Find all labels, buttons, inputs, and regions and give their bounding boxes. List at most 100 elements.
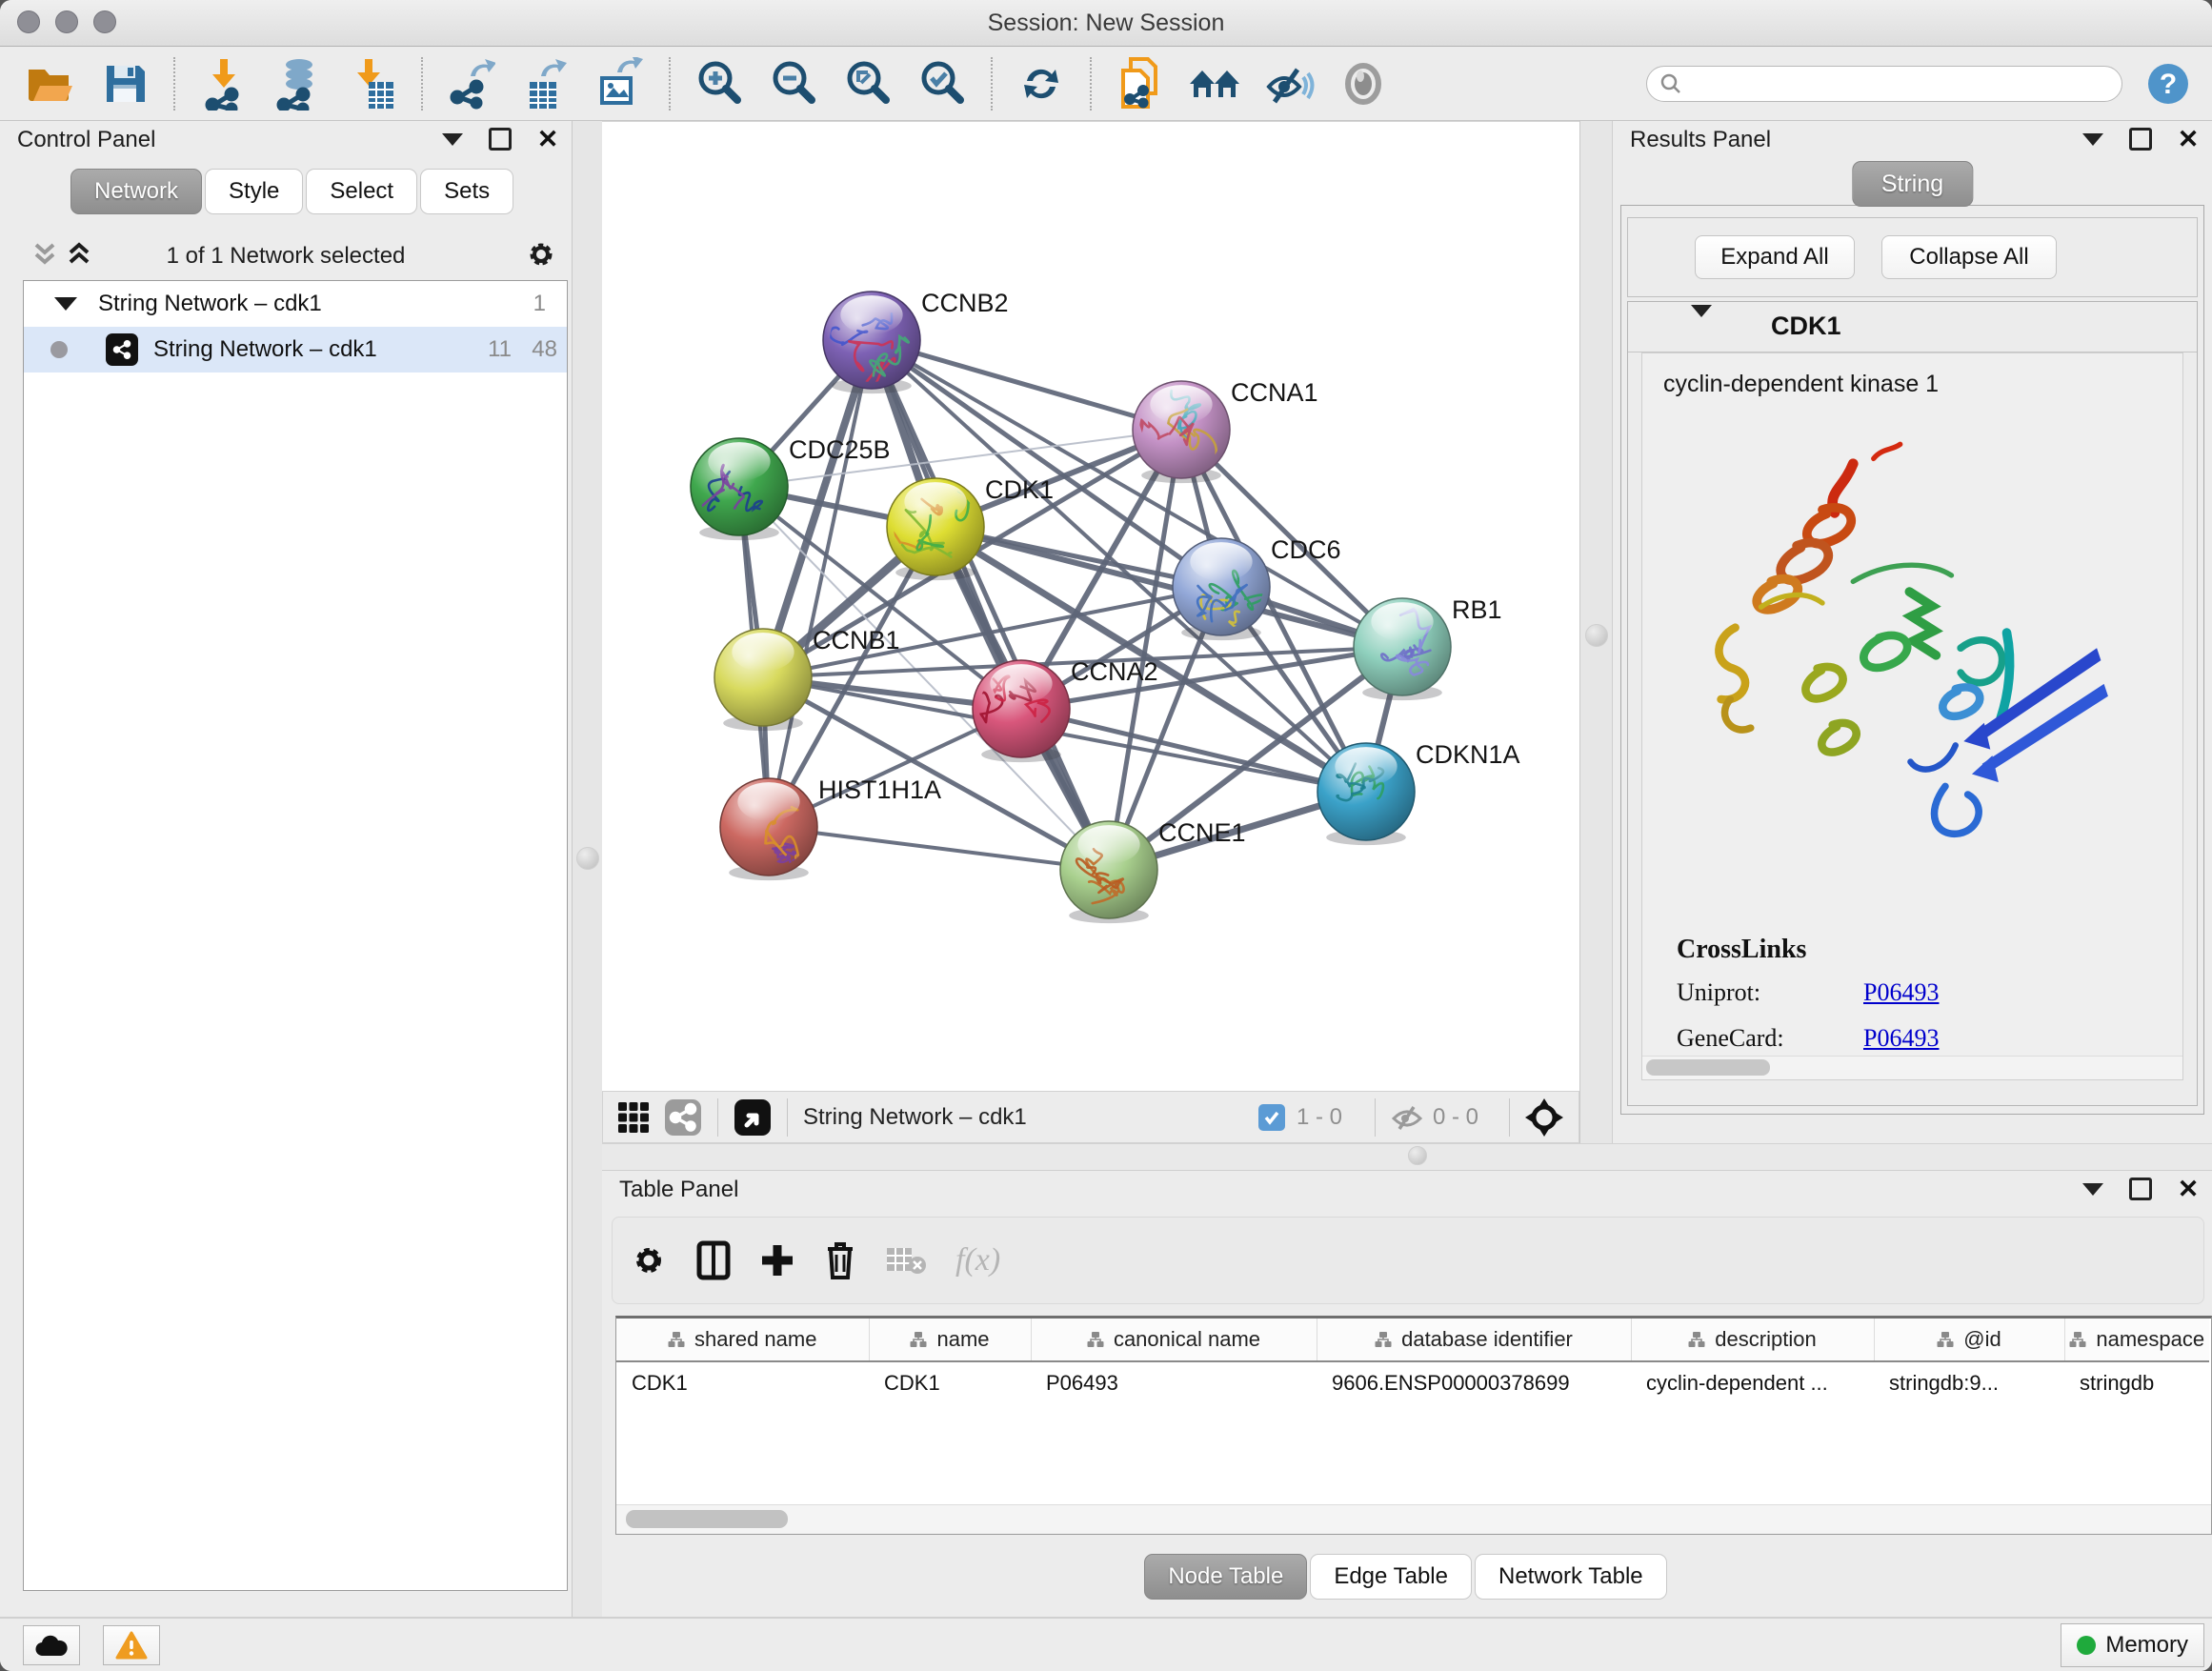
network-graph[interactable]: CCNB2CCNA1CDC25BCDK1CDC6RB1CCNB1CCNA2CDK… xyxy=(602,122,1579,1092)
tab-edge-table[interactable]: Edge Table xyxy=(1310,1554,1472,1600)
search-input[interactable] xyxy=(1646,66,2122,102)
column-type-icon xyxy=(2069,1331,2086,1348)
table-scrollbar-thumb[interactable] xyxy=(626,1510,788,1528)
presentation-mode-button[interactable] xyxy=(1326,52,1400,115)
results-scrollbar-thumb[interactable] xyxy=(1646,1059,1770,1076)
left-splitter[interactable] xyxy=(572,121,604,1617)
cdk1-section-header[interactable]: CDK1 xyxy=(1628,302,2197,352)
warnings-button[interactable] xyxy=(103,1625,160,1665)
cell: CDK1 xyxy=(616,1361,869,1404)
float-panel-icon[interactable] xyxy=(2126,125,2155,153)
close-panel-icon[interactable]: ✕ xyxy=(2174,1175,2202,1203)
network-node-rb1[interactable]: RB1 xyxy=(1354,595,1502,700)
function-builder-label[interactable]: f(x) xyxy=(955,1242,1000,1278)
network-node-hist1h1a[interactable]: HIST1H1A xyxy=(720,775,941,880)
crosslink-link[interactable]: P06493 xyxy=(1863,1024,1939,1053)
float-panel-icon[interactable] xyxy=(486,125,514,153)
import-network-button[interactable] xyxy=(187,52,261,115)
horizontal-splitter[interactable] xyxy=(602,1143,2212,1171)
delete-column-icon[interactable] xyxy=(824,1240,856,1280)
horizontal-splitter-handle[interactable] xyxy=(1408,1146,1427,1165)
table-horizontal-scrollbar[interactable] xyxy=(616,1504,2211,1534)
crosslink-row: GeneCard:P06493 xyxy=(1677,1024,2116,1053)
column-header-namespace[interactable]: namespace xyxy=(2064,1319,2209,1361)
table-row[interactable]: CDK1CDK1P064939606.ENSP00000378699cyclin… xyxy=(616,1361,2209,1404)
crosslink-link[interactable]: P06493 xyxy=(1863,978,1939,1007)
import-table-button[interactable] xyxy=(335,52,410,115)
collapse-panel-icon[interactable] xyxy=(438,125,467,153)
close-panel-icon[interactable]: ✕ xyxy=(533,125,562,153)
zoom-out-button[interactable] xyxy=(756,52,831,115)
collapse-panel-icon[interactable] xyxy=(2079,1175,2107,1203)
close-window-button[interactable] xyxy=(17,10,40,33)
gene-description: cyclin-dependent kinase 1 xyxy=(1663,371,1939,398)
tab-network[interactable]: Network xyxy=(70,169,202,214)
import-database-button[interactable] xyxy=(261,52,335,115)
help-button[interactable]: ? xyxy=(2147,63,2189,105)
collapse-panel-icon[interactable] xyxy=(2079,125,2107,153)
memory-button[interactable]: Memory xyxy=(2061,1623,2204,1667)
automation-cloud-button[interactable] xyxy=(23,1625,80,1665)
column-header-shared-name[interactable]: shared name xyxy=(616,1319,869,1361)
right-splitter[interactable] xyxy=(1579,121,1614,1143)
network-edge[interactable] xyxy=(769,827,1109,870)
collapse-all-button[interactable]: Collapse All xyxy=(1881,235,2057,279)
table-settings-gear-icon[interactable] xyxy=(630,1241,668,1279)
tab-network-table[interactable]: Network Table xyxy=(1475,1554,1667,1600)
network-node-label: HIST1H1A xyxy=(818,775,941,804)
clone-network-button[interactable] xyxy=(1103,52,1177,115)
right-splitter-handle[interactable] xyxy=(1585,624,1608,647)
tab-string[interactable]: String xyxy=(1852,161,1973,207)
export-network-button[interactable] xyxy=(434,52,509,115)
network-node-cdc6[interactable]: CDC6 xyxy=(1173,535,1341,652)
column-header-id[interactable]: @id xyxy=(1874,1319,2064,1361)
zoom-selected-icon xyxy=(917,59,967,109)
network-node-ccna1[interactable]: CCNA1 xyxy=(1132,378,1317,483)
viewbar-separator xyxy=(717,1098,718,1137)
close-panel-icon[interactable]: ✕ xyxy=(2174,125,2202,153)
network-node-cdkn1a[interactable]: CDKN1A xyxy=(1317,740,1520,845)
zoom-in-button[interactable] xyxy=(682,52,756,115)
network-collection-row[interactable]: String Network – cdk1 1 xyxy=(24,281,567,327)
save-session-button[interactable] xyxy=(88,52,162,115)
database-icon xyxy=(274,57,322,111)
column-header-name[interactable]: name xyxy=(869,1319,1031,1361)
export-table-button[interactable] xyxy=(509,52,583,115)
results-horizontal-scrollbar[interactable] xyxy=(1642,1056,2182,1079)
show-columns-icon[interactable] xyxy=(696,1240,731,1280)
network-options-gear-icon[interactable] xyxy=(524,237,558,272)
tab-style[interactable]: Style xyxy=(205,169,303,214)
left-splitter-handle[interactable] xyxy=(576,847,599,870)
minimize-window-button[interactable] xyxy=(55,10,78,33)
tab-sets[interactable]: Sets xyxy=(420,169,513,214)
tab-node-table[interactable]: Node Table xyxy=(1144,1554,1307,1600)
column-header-canonical-name[interactable]: canonical name xyxy=(1031,1319,1317,1361)
open-session-button[interactable] xyxy=(13,52,88,115)
tab-select[interactable]: Select xyxy=(306,169,417,214)
home-view-button[interactable] xyxy=(1177,52,1252,115)
zoom-window-button[interactable] xyxy=(93,10,116,33)
cell: stringdb xyxy=(2064,1361,2209,1404)
add-column-icon[interactable] xyxy=(759,1242,795,1278)
selected-checkbox-icon[interactable] xyxy=(1258,1104,1285,1131)
column-header-database-identifier[interactable]: database identifier xyxy=(1317,1319,1631,1361)
zoom-selected-button[interactable] xyxy=(905,52,979,115)
expand-all-button[interactable]: Expand All xyxy=(1695,235,1855,279)
network-edge[interactable] xyxy=(769,340,872,827)
fit-content-crosshair-icon[interactable] xyxy=(1525,1098,1563,1137)
network-view-toolbar: String Network – cdk1 1 - 0 0 - 0 xyxy=(602,1091,1579,1143)
birds-eye-view-icon[interactable] xyxy=(734,1098,772,1137)
share-view-icon[interactable] xyxy=(664,1098,702,1137)
network-row[interactable]: String Network – cdk1 11 48 xyxy=(24,327,567,372)
float-panel-icon[interactable] xyxy=(2126,1175,2155,1203)
refresh-button[interactable] xyxy=(1004,52,1078,115)
collection-expander-icon[interactable] xyxy=(54,297,77,311)
zoom-fit-button[interactable] xyxy=(831,52,905,115)
grid-view-icon[interactable] xyxy=(616,1100,651,1135)
export-image-button[interactable] xyxy=(583,52,657,115)
network-canvas[interactable]: CCNB2CCNA1CDC25BCDK1CDC6RB1CCNB1CCNA2CDK… xyxy=(602,121,1579,1091)
section-expander-icon[interactable] xyxy=(1691,317,1712,332)
column-header-description[interactable]: description xyxy=(1631,1319,1874,1361)
delete-table-icon[interactable] xyxy=(885,1244,927,1277)
hide-unhide-button[interactable] xyxy=(1252,52,1326,115)
